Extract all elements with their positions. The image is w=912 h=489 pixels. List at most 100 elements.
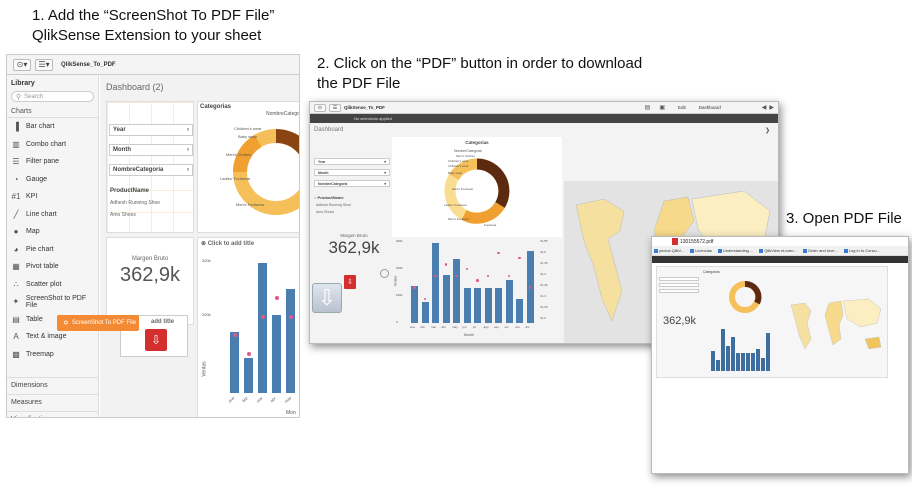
navigation-menu-button[interactable]: ⊙	[314, 103, 326, 112]
bar	[731, 337, 735, 371]
next-arrow-icon[interactable]: ❯	[765, 127, 770, 134]
library-item-pivot-table[interactable]: ▦ Pivot table	[7, 258, 98, 276]
pdf-map-europe-africa	[824, 300, 844, 346]
line-chart-icon: ╱	[13, 209, 19, 219]
next-sheet-icon[interactable]: ▶	[769, 104, 774, 111]
treemap-icon: ▩	[12, 349, 20, 359]
bookmark-item[interactable]: Order and Inve...	[802, 248, 838, 253]
chevron-down-icon: ▾	[384, 170, 386, 175]
library-item-filter-pane[interactable]: ☰ Filter pane	[7, 153, 98, 171]
drag-tooltip[interactable]: ✡ ScreenShot To PDF File	[57, 315, 139, 331]
prev-sheet-icon[interactable]: ◀	[762, 104, 767, 111]
chevron-right-icon: ›	[187, 167, 189, 173]
library-item-combo-chart[interactable]: ▥ Combo chart	[7, 136, 98, 154]
product-item[interactable]: Amo Shoes	[316, 210, 351, 214]
filter-month[interactable]: Month ›	[109, 144, 193, 156]
filter-label: Month	[318, 170, 329, 175]
y2-tick-label: 31,45	[540, 261, 548, 265]
map-icon: ●	[13, 227, 19, 237]
bar	[411, 285, 418, 323]
library-item-map[interactable]: ● Map	[7, 223, 98, 241]
bar	[474, 288, 481, 323]
data-point	[465, 267, 469, 271]
library-item-pie-chart[interactable]: ◕ Pie chart	[7, 241, 98, 259]
search-input[interactable]: ⚲ Search	[11, 91, 94, 102]
x-tick-label: may	[452, 325, 458, 329]
bookmark-item[interactable]: Licencias	[690, 248, 712, 253]
x-tick-label: may	[283, 395, 293, 404]
filter-month[interactable]: Month ▾	[314, 169, 390, 176]
pdf-filter-box	[659, 277, 699, 281]
y2-tick-label: 31,55	[540, 239, 548, 243]
library-item-screenshot-to-pdf-file[interactable]: ✦ ScreenShot to PDF File	[7, 293, 98, 311]
x-tick-label: dic	[525, 325, 530, 329]
navigation-menu-button[interactable]: ⊙▾	[13, 58, 31, 71]
library-item-line-chart[interactable]: ╱ Line chart	[7, 206, 98, 224]
kpi-panel: Margen Bruto 362,9k	[314, 233, 394, 281]
data-point	[486, 274, 490, 278]
product-item[interactable]: Adhesh Running Shoe	[316, 203, 351, 207]
pdf-map-oceania	[864, 336, 882, 350]
bar-series: ene feb mar abr may jun jul ago sep oct nov dic	[410, 239, 538, 329]
filter-nombrecategoria[interactable]: NombreCategoria ▾	[314, 180, 390, 187]
pie-slice-dark	[275, 129, 299, 155]
data-point	[232, 333, 237, 338]
filter-year[interactable]: Year ›	[109, 124, 193, 136]
filter-label: NombreCategoria	[113, 167, 164, 173]
product-item[interactable]: Adhesh Running Shoe	[110, 200, 160, 206]
pdf-button[interactable]: ⇩	[344, 275, 356, 289]
library-item-label: Treemap	[26, 350, 54, 358]
sheet-canvas: Dashboard (2) Year › Month › NombreCategoria…	[100, 75, 299, 417]
library-item-kpi[interactable]: #1 KPI	[7, 188, 98, 206]
pdf-page: Categorias 362,9k	[656, 266, 888, 378]
bar	[736, 352, 740, 371]
camera-icon[interactable]: ▤	[645, 104, 651, 111]
download-icon[interactable]: ⇩	[312, 283, 342, 313]
top-toolbar: ⊙ ☰ QlikSense_To_PDF ▤ ▣ Edit Dashboard …	[310, 102, 778, 114]
library-item-treemap[interactable]: ▩ Treemap	[7, 346, 98, 364]
library-item-bar-chart[interactable]: ▐ Bar chart	[7, 118, 98, 136]
data-point	[260, 314, 265, 319]
bar-chart-icon: ▐	[13, 122, 19, 132]
x-tick-label: mar	[255, 395, 264, 404]
scatter-plot-icon: ∴	[13, 279, 19, 289]
drag-tooltip-label: ScreenShot To PDF File	[71, 320, 137, 326]
plus-icon: ⊕	[201, 241, 208, 247]
product-item[interactable]: Amo Shoes	[110, 212, 160, 218]
library-item-scatter-plot[interactable]: ∴ Scatter plot	[7, 276, 98, 294]
pivot-table-icon: ▦	[12, 262, 20, 272]
filter-label: Month	[113, 147, 131, 153]
bar	[721, 329, 725, 371]
data-point	[444, 263, 448, 266]
bar	[272, 315, 281, 393]
bookmark-item[interactable]: QlikView eLearn...	[759, 248, 797, 253]
y-axis-label: Ventas	[201, 361, 208, 377]
downloaded-filename[interactable]: 130155572.pdf	[680, 239, 713, 245]
library-section-visualizations[interactable]: Visualizations	[7, 411, 99, 417]
table-icon: ▤	[12, 314, 20, 324]
filter-list: Year ▾ Month ▾ NombreCategoria ▾	[314, 158, 390, 191]
filter-nombrecategoria[interactable]: NombreCategoria ›	[109, 164, 193, 176]
pdf-file-icon	[672, 238, 678, 245]
library-item-gauge[interactable]: ◔ Gauge	[7, 171, 98, 189]
list-menu-button[interactable]: ☰▾	[35, 58, 53, 71]
bookmark-favicon-icon	[654, 248, 658, 253]
y2-tick-label: 31,2	[540, 316, 546, 320]
sheet-title: Dashboard (2)	[106, 82, 164, 92]
bookmark-item[interactable]: Log in to Concu...	[843, 248, 880, 253]
library-section-dimensions[interactable]: Dimensions	[7, 377, 99, 394]
pdf-download-icon[interactable]: ⇩	[145, 329, 167, 351]
bookmark-item[interactable]: Understanding ...	[717, 248, 753, 253]
pdf-map-asia	[842, 298, 882, 328]
y-tick-top: 300k	[202, 258, 211, 263]
filter-year[interactable]: Year ▾	[314, 158, 390, 165]
list-menu-button[interactable]: ☰	[329, 103, 341, 112]
edit-button[interactable]: Edit	[678, 105, 686, 110]
bookmark-item[interactable]: yectos QlikV...	[654, 248, 684, 253]
x-tick-label: ago	[483, 325, 489, 329]
bookmark-icon[interactable]: ▣	[659, 104, 665, 111]
step2-line1: 2. Click on the “PDF” button in order to…	[317, 55, 643, 72]
sheet-selector[interactable]: Dashboard	[699, 105, 759, 110]
step2-line2: the PDF File	[317, 75, 401, 92]
library-section-measures[interactable]: Measures	[7, 394, 99, 411]
